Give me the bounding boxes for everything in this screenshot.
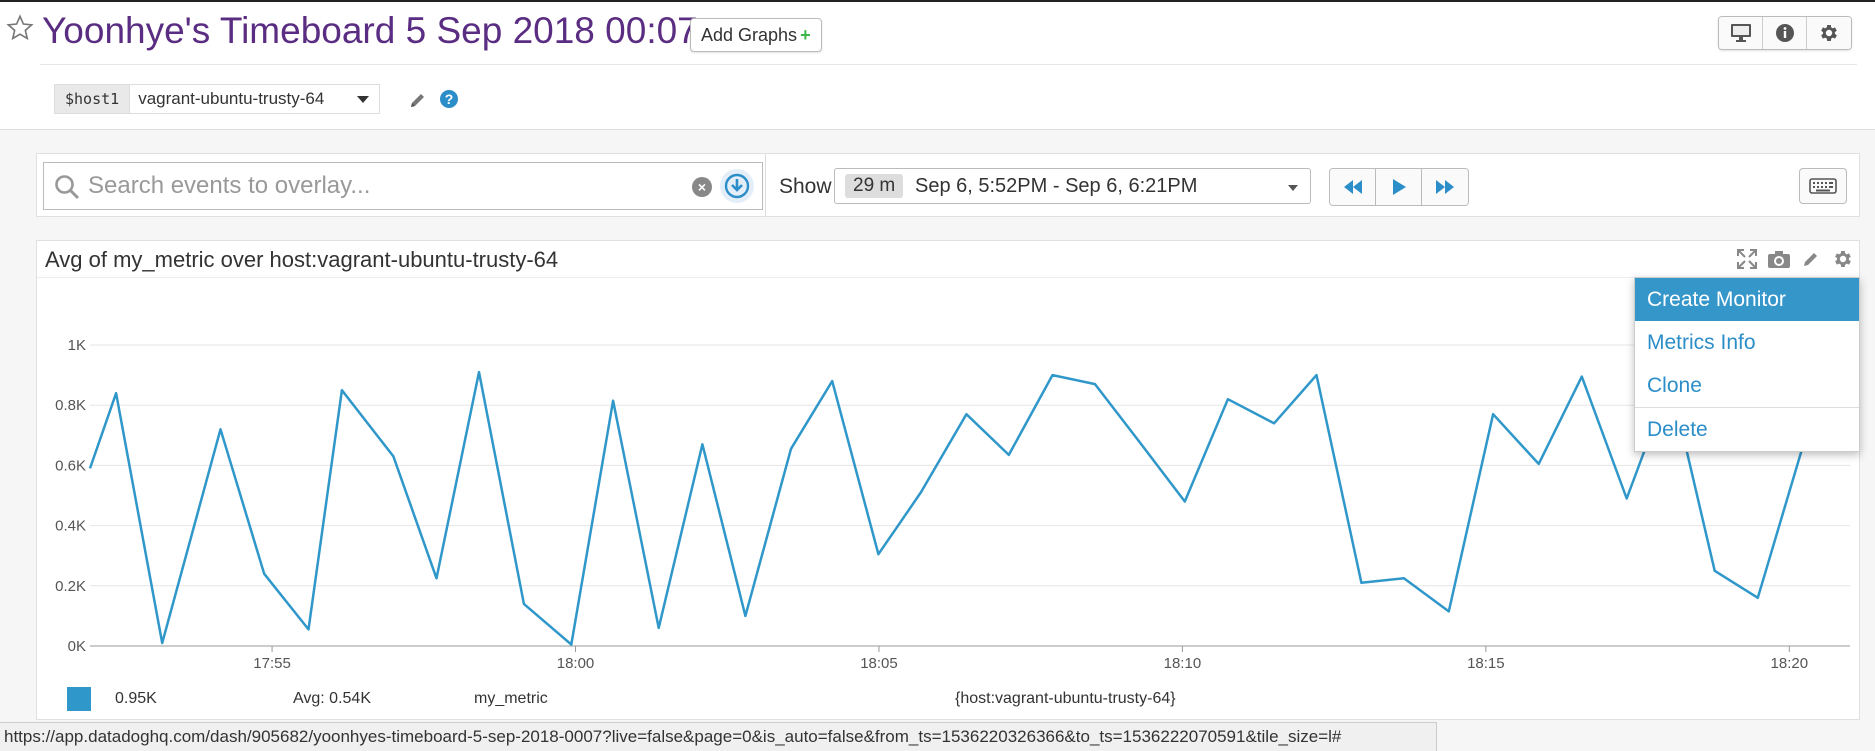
page-title: Yoonhye's Timeboard 5 Sep 2018 00:07 <box>42 10 698 51</box>
show-label: Show <box>779 175 832 198</box>
caret-down-icon <box>1288 185 1298 191</box>
x-tick-label: 18:10 <box>1164 655 1202 672</box>
legend-swatch <box>67 687 91 711</box>
x-tick-label: 18:05 <box>860 655 898 672</box>
legend-scope: {host:vagrant-ubuntu-trusty-64} <box>955 690 1176 707</box>
x-tick-label: 18:00 <box>557 655 595 672</box>
monitor-icon <box>1730 24 1751 42</box>
y-tick-label: 0.4K <box>55 518 86 535</box>
rewind-icon <box>1343 180 1362 194</box>
time-duration-chip: 29 m <box>845 174 904 198</box>
keyboard-icon <box>1809 178 1837 194</box>
graph-widget: Avg of my_metric over host:vagrant-ubunt… <box>36 240 1860 720</box>
fast-forward-icon <box>1436 180 1454 194</box>
events-toolbar: × Show 29 m Sep 6, 5:52PM - Sep 6, 6:21P… <box>36 153 1860 217</box>
caret-down-icon <box>357 96 370 103</box>
dashboard-header: Yoonhye's Timeboard 5 Sep 2018 00:07 Add… <box>0 0 1875 130</box>
x-tick-label: 18:20 <box>1771 655 1809 672</box>
chart-legend: 0.95K Avg: 0.54K my_metric {host:vagrant… <box>67 687 1367 711</box>
legend-average: Avg: 0.54K <box>293 690 371 707</box>
menu-item-delete[interactable]: Delete <box>1635 408 1859 451</box>
settings-button[interactable] <box>1807 17 1851 49</box>
tv-mode-button[interactable] <box>1719 17 1763 49</box>
time-nav-group <box>1329 168 1469 206</box>
line-chart[interactable]: 0K 0.2K 0.4K 0.6K 0.8K 1K 17:55 18:00 18:05 18:10… <box>37 241 1861 681</box>
clear-icon[interactable]: × <box>692 177 712 197</box>
template-variable-value: vagrant-ubuntu-trusty-64 <box>138 89 325 108</box>
fast-forward-button[interactable] <box>1422 169 1468 205</box>
gear-icon <box>1821 25 1837 41</box>
event-search-box: × <box>43 162 763 210</box>
pencil-icon[interactable] <box>408 90 428 110</box>
menu-item-metrics-info[interactable]: Metrics Info <box>1635 321 1859 364</box>
event-search-input[interactable] <box>88 163 688 209</box>
series-line <box>88 359 1849 646</box>
y-tick-label: 1K <box>68 337 86 354</box>
template-variable-name: $host1 <box>55 85 130 113</box>
help-icon[interactable]: ? <box>440 90 458 108</box>
add-graphs-button[interactable]: Add Graphs + <box>690 18 822 52</box>
header-divider <box>40 64 1857 65</box>
play-icon <box>1392 179 1406 195</box>
plus-icon: + <box>800 25 811 45</box>
time-range-select[interactable]: 29 m Sep 6, 5:52PM - Sep 6, 6:21PM <box>834 168 1311 204</box>
add-graphs-label: Add Graphs <box>701 25 798 45</box>
time-range-label: Sep 6, 5:52PM - Sep 6, 6:21PM <box>915 175 1198 197</box>
menu-item-create-monitor[interactable]: Create Monitor <box>1635 278 1859 321</box>
toolbar-divider <box>765 154 766 216</box>
template-variable[interactable]: $host1 vagrant-ubuntu-trusty-64 <box>54 84 381 114</box>
rewind-button[interactable] <box>1330 169 1376 205</box>
x-tick-label: 17:55 <box>253 655 291 672</box>
keyboard-shortcuts-button[interactable] <box>1799 168 1847 204</box>
star-icon[interactable] <box>6 14 34 42</box>
y-tick-label: 0.6K <box>55 457 86 474</box>
y-tick-label: 0K <box>68 638 86 655</box>
x-tick-label: 18:15 <box>1467 655 1505 672</box>
browser-status-url: https://app.datadoghq.com/dash/905682/yo… <box>0 722 1437 751</box>
info-icon <box>1775 24 1794 42</box>
overlay-download-button[interactable] <box>720 169 754 203</box>
info-button[interactable] <box>1763 17 1807 49</box>
search-icon <box>55 175 80 200</box>
menu-item-clone[interactable]: Clone <box>1635 364 1859 407</box>
widget-settings-menu: Create Monitor Metrics Info Clone Delete <box>1634 277 1860 452</box>
y-tick-label: 0.8K <box>55 397 86 414</box>
header-button-group <box>1718 16 1852 50</box>
legend-current-value: 0.95K <box>115 690 157 707</box>
y-tick-label: 0.2K <box>55 578 86 595</box>
legend-metric-name: my_metric <box>474 690 548 707</box>
template-variable-select[interactable]: vagrant-ubuntu-trusty-64 <box>129 85 380 113</box>
download-icon <box>724 173 750 199</box>
play-button[interactable] <box>1376 169 1422 205</box>
